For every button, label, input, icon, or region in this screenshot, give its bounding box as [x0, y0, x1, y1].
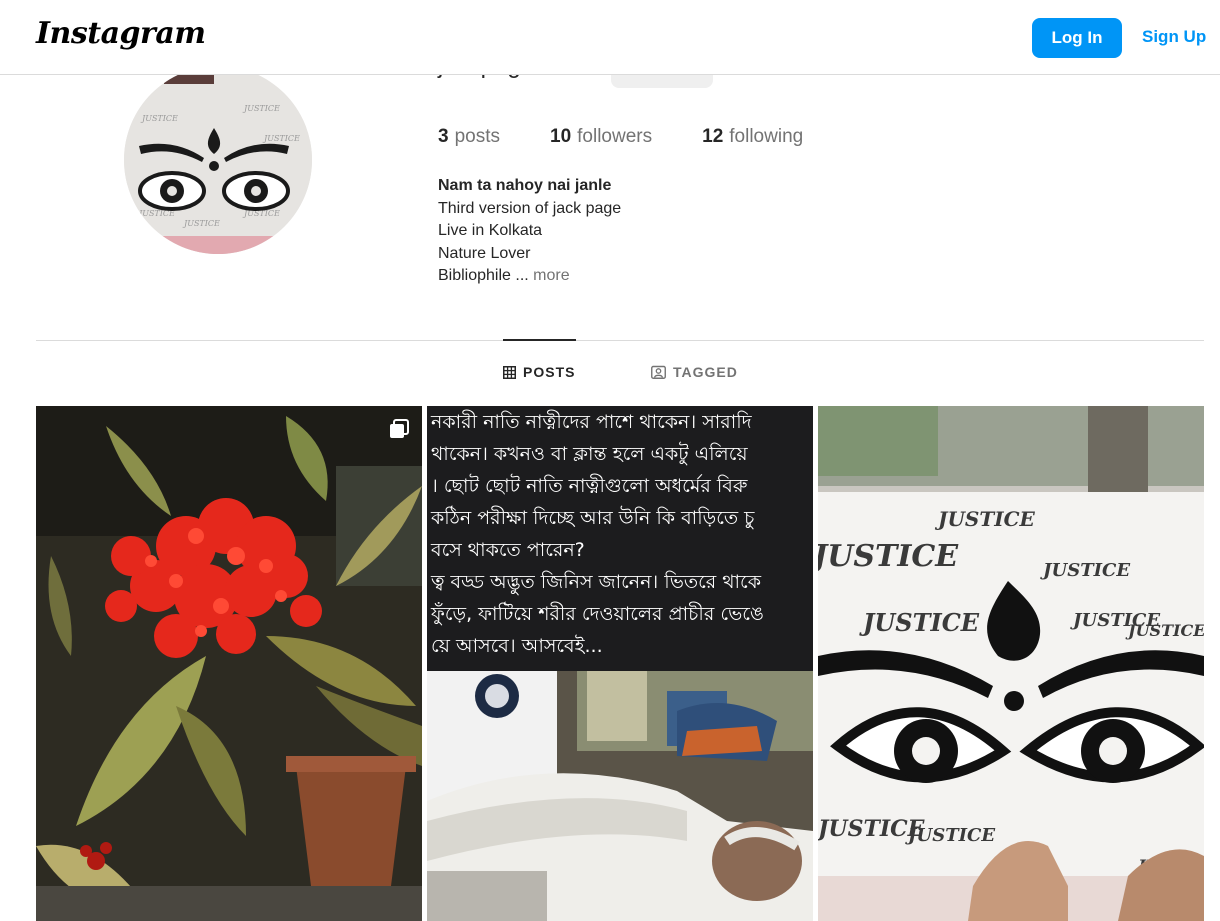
post-text-line: ফুঁড়ে, ফাটিয়ে শরীর দেওয়ালের প্রাচীর ভ…: [431, 603, 764, 625]
profile-avatar[interactable]: JUSTICE JUSTICE JUSTICE JUSTICE JUSTICE JUS…: [124, 66, 312, 254]
post-text-line: ত্ব বড্ড অদ্ভুত জিনিস জানেন। ভিতরে থাকে: [431, 571, 761, 593]
tab-tagged-label: TAGGED: [673, 364, 738, 380]
poster-text: JUSTICE: [818, 539, 959, 574]
following-stat[interactable]: 12 following: [702, 126, 803, 148]
post-text-line: কঠিন পরীক্ষা দিচ্ছে আর উনি কি বাড়িতে চু: [431, 507, 755, 529]
post-thumbnail-2[interactable]: নকারী নাতি নাত্নীদের পাশে থাকেন। সারাদি …: [427, 406, 813, 921]
following-count: 12: [702, 126, 724, 147]
poster-text: JUSTICE: [905, 825, 995, 846]
top-navigation-bar: Instagram Log In Sign Up: [0, 0, 1220, 75]
post-thumbnail-3[interactable]: JUSTICE JUSTICE JUSTICE JUSTICE JUSTICE …: [818, 406, 1204, 921]
followers-count: 10: [550, 126, 572, 147]
protest-photo: [427, 671, 813, 921]
justice-poster-photo: JUSTICE JUSTICE JUSTICE JUSTICE JUSTICE …: [818, 406, 1204, 921]
tab-posts[interactable]: POSTS: [503, 364, 575, 380]
svg-text:JUSTICE: JUSTICE: [262, 134, 300, 143]
tagged-person-icon: [651, 365, 666, 379]
poster-text: JUSTICE: [934, 507, 1036, 531]
post-text-line: নকারী নাতি নাত্নীদের পাশে থাকেন। সারাদি: [431, 411, 752, 433]
posts-count-label: posts: [454, 126, 500, 147]
bio-line: Third version of jack page: [438, 199, 622, 217]
poster-text: JUSTICE: [1040, 560, 1130, 581]
post-text-overlay: নকারী নাতি নাত্নীদের পাশে থাকেন। সারাদি …: [427, 406, 813, 671]
post-text-line: বসে থাকতে পারেন?: [431, 539, 585, 561]
svg-text:JUSTICE: JUSTICE: [140, 114, 178, 123]
profile-page: Instagram Log In Sign Up JUSTICE JUSTICE …: [0, 0, 1220, 921]
following-label: following: [729, 126, 804, 147]
profile-stats: 3 posts 10 followers 12 following: [438, 126, 853, 148]
svg-text:JUSTICE: JUSTICE: [182, 219, 220, 228]
bio-line: Bibliophile ...: [438, 267, 529, 284]
poster-text: JUSTICE: [1125, 621, 1204, 640]
login-button[interactable]: Log In: [1032, 18, 1122, 58]
posts-count-stat[interactable]: 3 posts: [438, 126, 500, 148]
flower-photo: [36, 406, 422, 921]
bio-last-line: Bibliophile ... more: [438, 265, 621, 288]
profile-display-name: Nam ta nahoy nai janle: [438, 177, 612, 194]
post-text-line: । ছোট ছোট নাতি নাত্নীগুলো অধর্মের বিরু: [431, 475, 748, 497]
active-tab-indicator: [503, 339, 576, 341]
tabs-divider: [36, 340, 1204, 341]
poster-text: JUSTICE: [859, 608, 980, 637]
profile-bio: Nam ta nahoy nai janle Third version of …: [438, 175, 621, 288]
svg-text:JUSTICE: JUSTICE: [242, 104, 280, 113]
tab-posts-label: POSTS: [523, 364, 576, 380]
followers-label: followers: [577, 126, 653, 147]
post-text-line: থাকেন। কখনও বা ক্লান্ত হলে একটু এলিয়ে: [431, 443, 748, 465]
followers-stat[interactable]: 10 followers: [550, 126, 652, 148]
multiple-photos-icon: [390, 419, 409, 438]
posts-count: 3: [438, 126, 449, 147]
tab-tagged[interactable]: TAGGED: [651, 364, 738, 380]
bio-line: Nature Lover: [438, 244, 531, 262]
signup-button[interactable]: Sign Up: [1142, 27, 1206, 47]
bio-line: Live in Kolkata: [438, 222, 543, 239]
grid-icon: [503, 365, 516, 379]
instagram-logo[interactable]: Instagram: [36, 16, 206, 51]
post-text-line: য়ে আসবে। আসবেই...: [431, 635, 603, 657]
bio-more-link[interactable]: more: [533, 267, 569, 284]
post-thumbnail-1[interactable]: [36, 406, 422, 921]
